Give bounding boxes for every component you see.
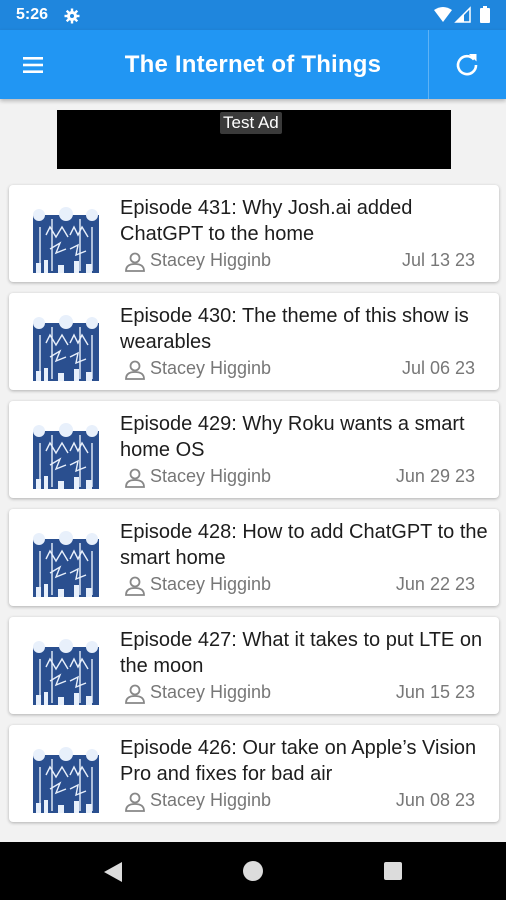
podcast-artwork — [30, 529, 102, 601]
podcast-artwork — [30, 205, 102, 277]
episode-date: Jul 13 23 — [401, 250, 475, 270]
author-name: Stacey Higginb — [150, 250, 272, 270]
ad-banner[interactable]: Test Ad — [57, 110, 451, 169]
refresh-icon[interactable] — [452, 50, 482, 80]
person-icon — [125, 576, 145, 596]
person-icon — [125, 360, 145, 380]
episode-card[interactable]: Episode 430: The theme of this show is w… — [9, 293, 499, 390]
recents-icon[interactable] — [384, 862, 402, 880]
settings-icon — [64, 8, 80, 24]
episode-card[interactable]: Episode 426: Our take on Apple’s Vision … — [9, 725, 499, 822]
person-icon — [125, 792, 145, 812]
author-name: Stacey Higginb — [150, 790, 272, 810]
episode-date: Jun 08 23 — [395, 790, 475, 810]
episode-card[interactable]: Episode 429: Why Roku wants a smart home… — [9, 401, 499, 498]
person-icon — [125, 684, 145, 704]
status-bar: 5:26 — [0, 0, 506, 30]
author-name: Stacey Higginb — [150, 574, 272, 594]
app-bar: The Internet of Things — [0, 30, 506, 99]
podcast-artwork — [30, 421, 102, 493]
episode-card[interactable]: Episode 431: Why Josh.ai added ChatGPT t… — [9, 185, 499, 282]
episode-date: Jul 06 23 — [401, 358, 475, 378]
person-icon — [125, 468, 145, 488]
home-icon[interactable] — [243, 861, 263, 881]
episode-title: Episode 427: What it takes to put LTE on… — [120, 629, 483, 677]
ad-label: Test Ad — [220, 112, 282, 134]
page-title: The Internet of Things — [124, 51, 382, 78]
episode-title: Episode 426: Our take on Apple’s Vision … — [120, 737, 477, 785]
battery-icon — [480, 8, 490, 23]
navigation-bar — [0, 842, 506, 900]
podcast-artwork — [30, 637, 102, 709]
person-icon — [125, 252, 145, 272]
author-name: Stacey Higginb — [150, 466, 272, 486]
episode-title: Episode 428: How to add ChatGPT to the s… — [120, 521, 488, 569]
author-name: Stacey Higginb — [150, 358, 272, 378]
episode-title: Episode 430: The theme of this show is w… — [120, 305, 469, 353]
status-indicators — [434, 6, 490, 23]
podcast-artwork — [30, 745, 102, 817]
divider — [428, 30, 429, 99]
episode-card[interactable]: Episode 427: What it takes to put LTE on… — [9, 617, 499, 714]
episode-list: Episode 431: Why Josh.ai added ChatGPT t… — [9, 185, 499, 833]
episode-date: Jun 29 23 — [395, 466, 475, 486]
episode-card[interactable]: Episode 428: How to add ChatGPT to the s… — [9, 509, 499, 606]
podcast-artwork — [30, 313, 102, 385]
status-time: 5:26 — [16, 6, 49, 23]
episode-title: Episode 431: Why Josh.ai added ChatGPT t… — [120, 197, 413, 245]
wifi-icon — [434, 7, 452, 22]
episode-date: Jun 15 23 — [395, 682, 475, 702]
episode-title: Episode 429: Why Roku wants a smart home… — [120, 413, 465, 461]
author-name: Stacey Higginb — [150, 682, 272, 702]
episode-date: Jun 22 23 — [395, 574, 475, 594]
back-icon[interactable] — [102, 860, 124, 884]
